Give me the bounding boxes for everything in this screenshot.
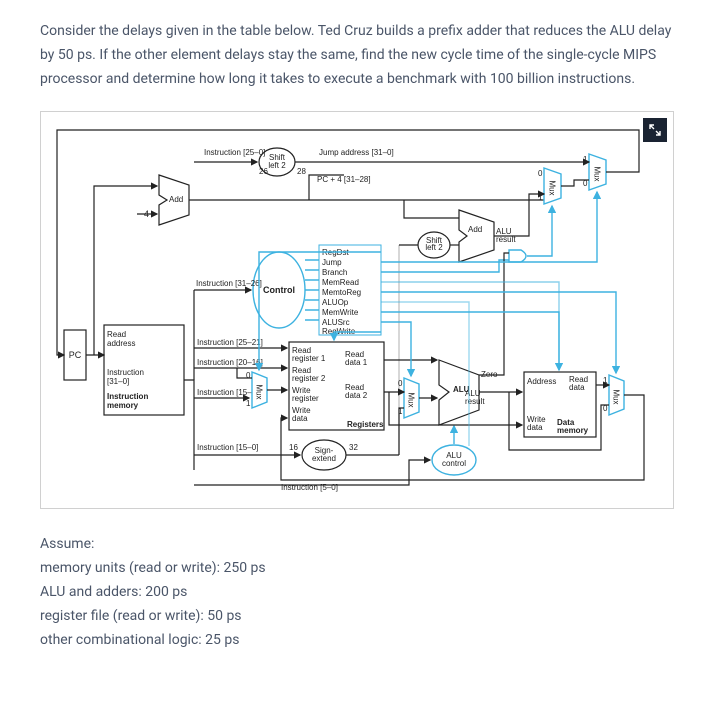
add-label: Add [169, 195, 183, 204]
sig-memread: MemRead [322, 278, 359, 287]
svg-text:Shiftleft 2: Shiftleft 2 [425, 236, 443, 252]
svg-text:0: 0 [246, 371, 251, 380]
svg-text:1: 1 [583, 155, 588, 164]
pc-plus4-label: PC + 4 [31–28] [317, 175, 371, 184]
control-signals-group: RegDst Jump Branch MemRead MemtoReg ALUO… [305, 245, 381, 336]
instr-25-0-label: Instruction [25–0] [204, 148, 265, 157]
sig-branch: Branch [322, 268, 347, 277]
jump-address-label: Jump address [31–0] [319, 148, 394, 157]
val-28: 28 [297, 167, 306, 176]
assumption-1: ALU and adders: 200 ps [40, 581, 674, 605]
svg-text:1: 1 [246, 399, 251, 408]
assume-header: Assume: [40, 533, 674, 557]
instr-25-21: Instruction [25–21] [197, 338, 263, 347]
instr-20-16: Instruction [20–16] [197, 358, 263, 367]
svg-text:Mux: Mux [407, 393, 416, 408]
assumption-0: memory units (read or write): 250 ps [40, 557, 674, 581]
svg-text:Mux: Mux [255, 385, 264, 400]
assumptions-section: Assume: memory units (read or write): 25… [40, 533, 674, 652]
sig-memtoreg: MemtoReg [322, 288, 361, 297]
assumption-3: other combinational logic: 25 ps [40, 629, 674, 653]
sig-jump: Jump [322, 258, 342, 267]
pc-label: PC [69, 350, 82, 360]
question-text: Consider the delays given in the table b… [40, 20, 674, 91]
val-26: 26 [259, 167, 268, 176]
assumption-2: register file (read or write): 50 ps [40, 605, 674, 629]
instr-5-0: Instruction [5–0] [281, 483, 338, 492]
instr-15-0: Instruction [15–0] [197, 443, 258, 452]
and-gate [509, 250, 526, 262]
expand-icon[interactable] [643, 118, 667, 142]
svg-text:Address: Address [527, 377, 556, 386]
svg-text:Mux: Mux [612, 390, 621, 405]
svg-text:32: 32 [349, 443, 358, 452]
registers-label: Registers [347, 420, 384, 429]
instr-31-26-label: Instruction [31–26] [196, 279, 262, 288]
svg-text:1: 1 [603, 376, 608, 385]
sig-memwrite: MemWrite [322, 308, 359, 317]
sig-aluop: ALUOp [322, 298, 349, 307]
sig-alusrc: ALUSrc [322, 318, 350, 327]
datapath-diagram: PC Readaddress Instruction[31–0] Instruc… [40, 111, 674, 509]
control-label: Control [263, 285, 295, 295]
svg-text:Add: Add [468, 225, 482, 234]
svg-text:Shiftleft 2: Shiftleft 2 [268, 153, 286, 170]
svg-text:16: 16 [289, 443, 298, 452]
svg-text:Mux: Mux [593, 167, 602, 182]
svg-text:0: 0 [538, 169, 543, 178]
add-branch [459, 210, 494, 262]
svg-text:Sign-extend: Sign-extend [312, 446, 336, 463]
svg-text:Mux: Mux [548, 181, 557, 196]
mips-datapath-svg: PC Readaddress Instruction[31–0] Instruc… [49, 120, 659, 500]
